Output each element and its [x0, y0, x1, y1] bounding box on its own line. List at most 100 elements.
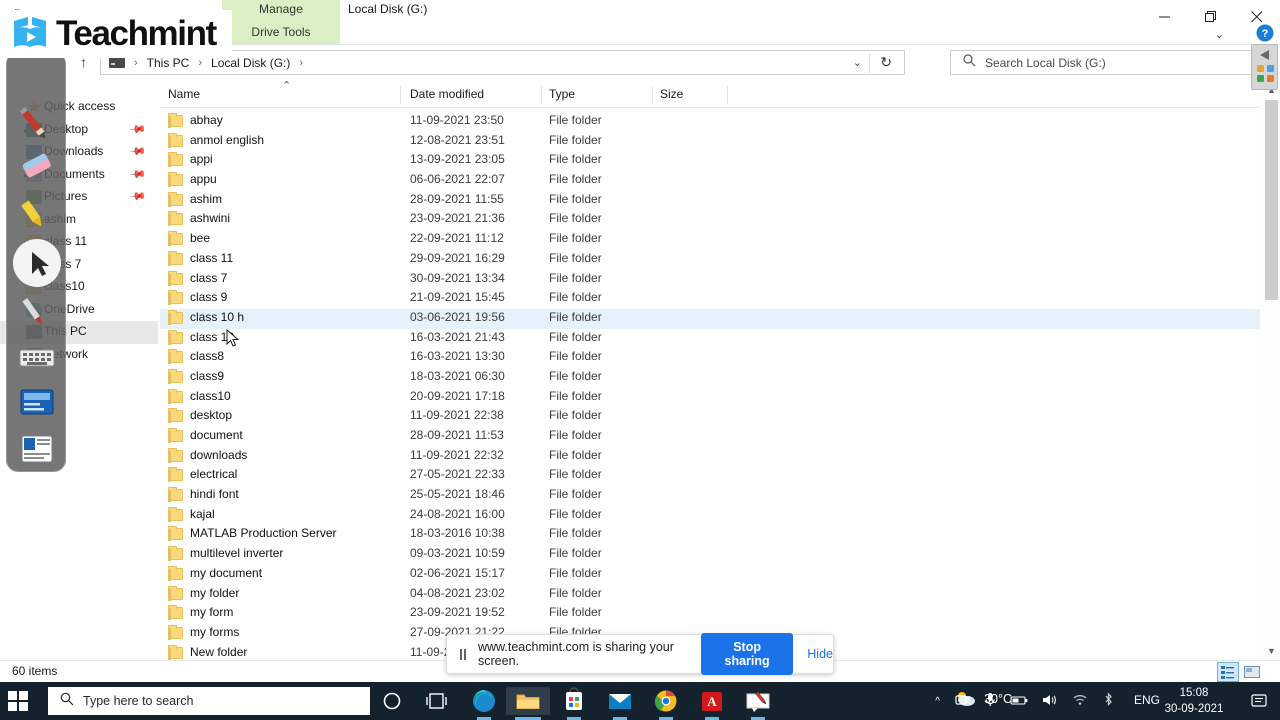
swatch-amber-icon[interactable] [1267, 75, 1274, 82]
help-icon[interactable]: ? [1256, 24, 1274, 42]
file-list[interactable]: abhay 11-09-2021 23:50 File folder anmol en… [160, 112, 1260, 660]
file-row[interactable]: my folder 04-08-2021 23:02 File folder [160, 585, 1260, 605]
whiteboard-tool-icon[interactable] [12, 381, 62, 423]
taskbar-search-box[interactable]: Type here to search [48, 687, 370, 715]
microphone-icon[interactable] [984, 692, 996, 710]
collapse-panel-icon[interactable] [1260, 50, 1269, 60]
start-button-icon[interactable] [8, 691, 29, 712]
wifi-icon[interactable] [1072, 693, 1088, 709]
eraser-tool-icon[interactable] [12, 145, 62, 187]
file-row[interactable]: downloads 11-09-2021 22:32 File folder [160, 447, 1260, 467]
keyboard-tool-icon[interactable] [12, 337, 62, 379]
floating-mini-panel[interactable] [1251, 44, 1278, 90]
file-row[interactable]: class 9 21-09-2021 15:45 File folder [160, 289, 1260, 309]
file-row[interactable]: desktop 11-09-2021 22:38 File folder [160, 407, 1260, 427]
file-row[interactable]: class 10 h 03-06-2021 19:56 File folder [160, 308, 1260, 329]
maximize-button[interactable] [1188, 0, 1234, 30]
column-header-name[interactable]: Name [168, 87, 200, 101]
volume-icon[interactable] [1042, 693, 1058, 710]
notification-center-icon[interactable] [1250, 692, 1270, 710]
ribbon-expand-chevron-icon[interactable]: ⌄ [1215, 28, 1224, 41]
file-date: 09-03-2021 10:59 [410, 546, 505, 561]
column-divider-1[interactable] [400, 86, 401, 104]
minimize-button[interactable] [1142, 0, 1188, 30]
battery-icon[interactable] [1010, 694, 1028, 709]
drive-tools-contextual-tab-group[interactable]: Manage Drive Tools [222, 0, 340, 45]
cortana-icon[interactable] [370, 687, 414, 715]
large-icons-view-button[interactable] [1242, 663, 1262, 681]
file-row[interactable]: ashim 28-09-2021 11:55 File folder [160, 191, 1260, 211]
pen-tool-icon[interactable] [12, 101, 62, 143]
highlighter-tool-icon[interactable] [12, 193, 62, 235]
pin-icon[interactable]: 📌 [128, 142, 147, 161]
file-row[interactable]: multilevel inverter 09-03-2021 10:59 File … [160, 545, 1260, 565]
file-row[interactable]: class10 20-09-2021 17:18 File folder [160, 388, 1260, 408]
breadcrumb-separator-1: › [198, 56, 203, 69]
column-header-size[interactable]: Size [660, 87, 683, 101]
microsoft-store-icon[interactable] [552, 687, 596, 720]
file-row[interactable]: class9 18-03-2021 06:30 File folder [160, 368, 1260, 388]
file-row[interactable]: my form 23-09-2021 19:52 File folder [160, 604, 1260, 624]
file-date: 22-09-2021 11:12 [410, 231, 504, 246]
taskbar-clock[interactable]: 15:08 30-09-2021 [1156, 685, 1232, 717]
refresh-icon[interactable]: ↻ [880, 54, 892, 71]
tab-local-disk[interactable]: Local Disk (G:) [348, 2, 427, 16]
scroll-down-icon[interactable]: ▼ [1263, 643, 1280, 660]
annotation-toolbar[interactable] [6, 52, 66, 472]
vertical-scrollbar[interactable]: ▲ ▼ [1263, 82, 1280, 660]
file-name: electrical [190, 467, 238, 482]
file-row[interactable]: kajal 24-08-2021 16:00 File folder [160, 506, 1260, 526]
pin-icon[interactable]: 📌 [128, 120, 147, 138]
mail-icon[interactable] [598, 687, 642, 720]
file-row[interactable]: my document 02-06-2021 15:17 File folder [160, 565, 1260, 585]
whiteboard-app-icon[interactable] [736, 687, 780, 720]
screen-share-icon[interactable] [955, 693, 970, 710]
search-box[interactable]: Search Local Disk (G:) [950, 50, 1255, 75]
scrollbar-thumb[interactable] [1265, 100, 1278, 300]
file-row[interactable]: class 12 16-03-2021 21:43 File folder [160, 329, 1260, 349]
details-view-button[interactable] [1217, 662, 1239, 682]
microsoft-edge-icon[interactable] [462, 687, 506, 720]
swatch-blue-icon[interactable] [1267, 65, 1274, 72]
file-explorer-icon[interactable] [506, 687, 550, 720]
file-row[interactable]: appi 13-09-2021 23:05 File folder [160, 151, 1260, 171]
column-divider-3[interactable] [652, 86, 653, 104]
column-header-date-modified[interactable]: Date modified [410, 87, 484, 101]
breadcrumb-separator-0: › [134, 56, 138, 69]
column-divider-4[interactable] [727, 86, 728, 104]
cursor-tool-icon[interactable] [13, 239, 61, 287]
adobe-reader-icon[interactable]: A [690, 687, 734, 720]
file-row[interactable]: class8 16-03-2021 13:30 File folder [160, 348, 1260, 368]
pause-sharing-icon[interactable] [460, 648, 466, 660]
file-row[interactable]: appu 06-06-2021 22:07 File folder [160, 171, 1260, 191]
file-row[interactable]: class 11 29-09-2021 16:29 File folder [160, 250, 1260, 270]
pin-icon[interactable]: 📌 [128, 187, 147, 206]
file-row[interactable]: hindi font 25-05-2021 18:46 File folder [160, 486, 1260, 506]
file-row[interactable]: abhay 11-09-2021 23:50 File folder [160, 112, 1260, 132]
presentation-tool-icon[interactable] [12, 428, 62, 470]
file-row[interactable]: MATLAB Production Server 18-03-2016 10:38… [160, 525, 1260, 545]
brush-tool-icon[interactable] [12, 291, 62, 333]
file-row[interactable]: class 7 30-09-2021 13:34 File folder [160, 270, 1260, 290]
hide-button[interactable]: Hide [807, 647, 833, 661]
swatch-green-icon[interactable] [1257, 75, 1264, 82]
swatch-orange-icon[interactable] [1257, 65, 1264, 72]
file-row[interactable]: ashwini 23-09-2021 21:36 File folder [160, 210, 1260, 230]
file-row[interactable]: anmol english 12-08-2021 23:51 File folder [160, 132, 1260, 152]
file-row[interactable]: electrical 27-05-2021 22:33 File folder [160, 466, 1260, 486]
task-view-icon[interactable] [414, 687, 458, 715]
show-hidden-icons-chevron-icon[interactable]: ^ [935, 696, 940, 707]
file-row[interactable]: document 28-09-2021 11:53 File folder [160, 427, 1260, 447]
stop-sharing-button[interactable]: Stop sharing [700, 633, 794, 675]
folder-icon [168, 132, 183, 148]
google-chrome-icon[interactable] [644, 687, 688, 720]
pin-icon[interactable]: 📌 [128, 165, 147, 183]
file-name: multilevel inverter [190, 546, 284, 561]
address-dropdown-icon[interactable]: ⌄ [853, 56, 862, 69]
file-name: kajal [190, 506, 215, 521]
breadcrumb-separator-2[interactable]: › [292, 57, 310, 69]
column-header-type[interactable]: Type [549, 87, 575, 101]
file-row[interactable]: bee 22-09-2021 11:12 File folder [160, 230, 1260, 250]
column-divider-2[interactable] [541, 86, 542, 104]
bluetooth-icon[interactable] [1102, 692, 1115, 710]
